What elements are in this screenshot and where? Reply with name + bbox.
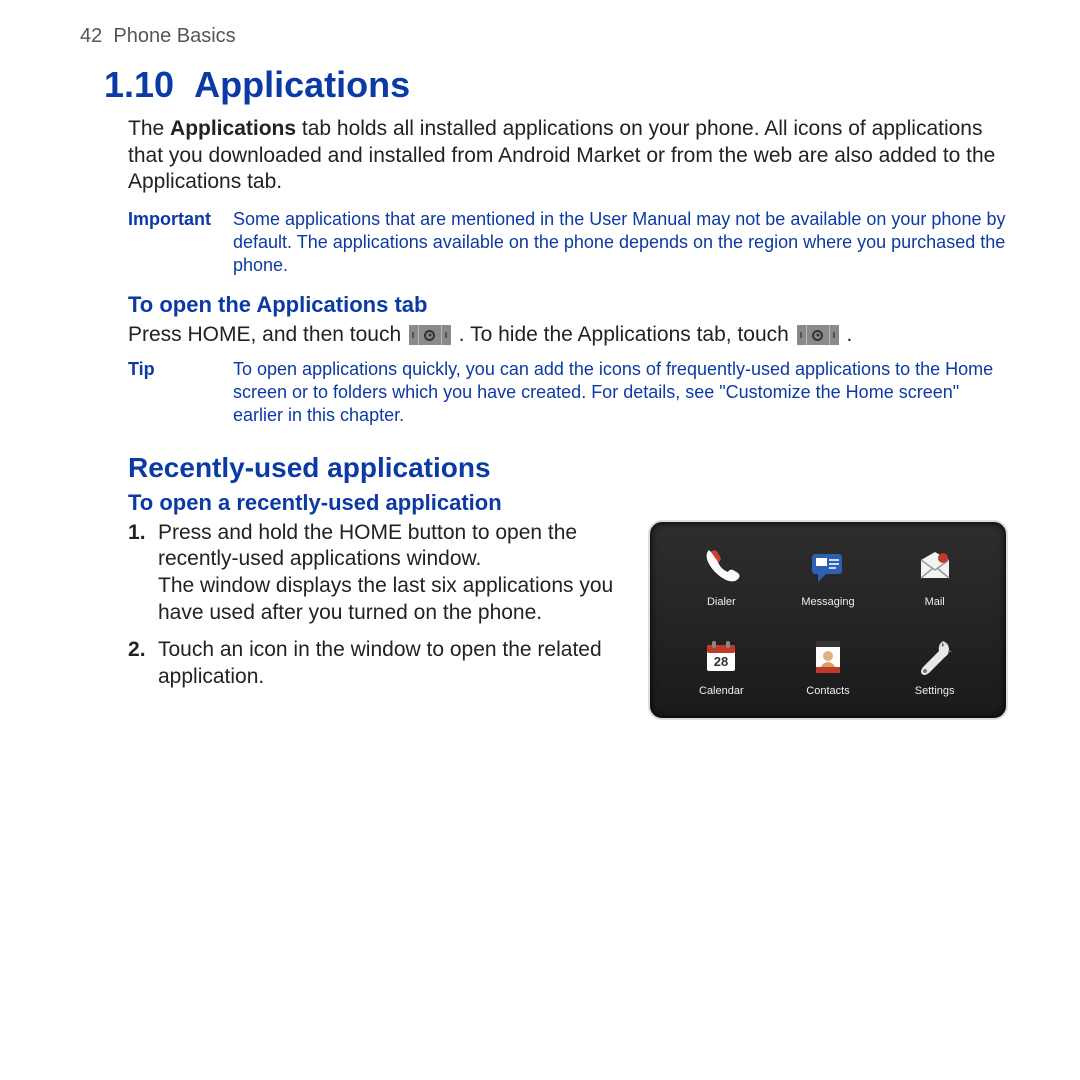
page-number: 42 xyxy=(80,25,102,47)
envelope-icon xyxy=(912,545,958,591)
tip-label: Tip xyxy=(128,358,233,427)
apps-tab-icon xyxy=(409,325,451,345)
tip-text: To open applications quickly, you can ad… xyxy=(233,358,1008,427)
section-number: 1.10 xyxy=(104,64,174,105)
contacts-icon xyxy=(805,634,851,680)
open-tab-instruction: Press HOME, and then touch . To hide the… xyxy=(128,322,1008,349)
wrench-icon xyxy=(912,634,958,680)
app-label: Contacts xyxy=(806,684,849,698)
app-label: Mail xyxy=(925,595,945,609)
app-label: Dialer xyxy=(707,595,736,609)
app-label: Calendar xyxy=(699,684,744,698)
app-settings: Settings xyxy=(881,625,988,708)
app-mail: Mail xyxy=(881,536,988,619)
calendar-icon: 28 xyxy=(698,634,744,680)
section-heading: 1.10 Applications xyxy=(104,62,1008,108)
page-header: 42 Phone Basics xyxy=(80,24,1008,50)
app-dialer: Dialer xyxy=(668,536,775,619)
important-note: Important Some applications that are men… xyxy=(128,208,1008,277)
svg-text:28: 28 xyxy=(714,654,728,669)
app-contacts: Contacts xyxy=(775,625,882,708)
steps-list: Press and hold the HOME button to open t… xyxy=(128,520,628,691)
app-label: Settings xyxy=(915,684,955,698)
intro-paragraph: The Applications tab holds all installed… xyxy=(128,116,1008,197)
chat-icon xyxy=(805,545,851,591)
app-messaging: Messaging xyxy=(775,536,882,619)
important-label: Important xyxy=(128,208,233,277)
app-label: Messaging xyxy=(801,595,854,609)
step-1: Press and hold the HOME button to open t… xyxy=(158,520,628,628)
recent-heading: Recently-used applications xyxy=(128,450,1008,486)
phone-icon xyxy=(698,545,744,591)
open-tab-heading: To open the Applications tab xyxy=(128,291,1008,319)
tip-note: Tip To open applications quickly, you ca… xyxy=(128,358,1008,427)
recent-sub-heading: To open a recently-used application xyxy=(128,489,1008,517)
step-2: Touch an icon in the window to open the … xyxy=(158,637,628,691)
section-title: Applications xyxy=(194,64,410,105)
important-text: Some applications that are mentioned in … xyxy=(233,208,1008,277)
chapter-title: Phone Basics xyxy=(113,25,235,47)
app-calendar: 28 Calendar xyxy=(668,625,775,708)
intro-bold: Applications xyxy=(170,117,296,140)
apps-tab-icon xyxy=(797,325,839,345)
recent-apps-window: Dialer Messaging Mail 28 Calendar Contac… xyxy=(648,520,1008,720)
